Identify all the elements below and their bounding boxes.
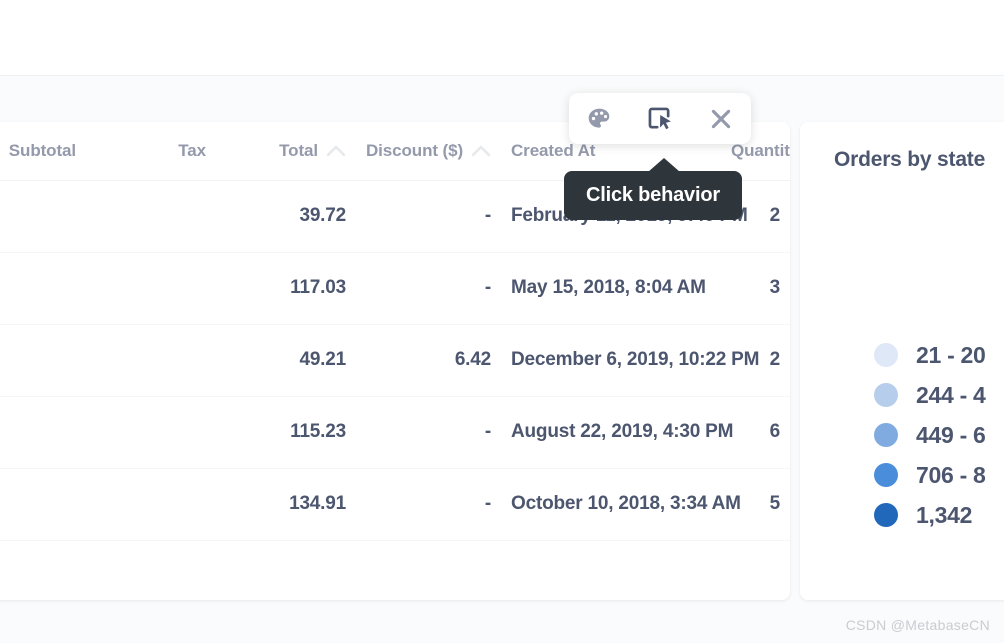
tooltip-text: Click behavior [586,184,720,206]
legend-color-swatch [874,343,898,367]
click-behavior-button[interactable] [637,99,683,139]
legend-label: 1,342 [916,502,972,529]
column-header-subtotal[interactable]: Subtotal [0,122,86,180]
legend-color-swatch [874,383,898,407]
cell-quantity[interactable]: 3 [721,252,790,324]
cell-tax[interactable] [86,324,216,396]
sort-chevron-up-icon[interactable] [471,144,491,157]
close-icon [708,106,734,132]
legend-label: 21 - 20 [916,342,986,369]
cell-discount[interactable]: - [356,396,501,468]
column-header-tax-label: Tax [178,141,206,161]
cell-total[interactable]: 39.72 [216,180,356,252]
close-button[interactable] [698,99,744,139]
legend-color-swatch [874,463,898,487]
sort-chevron-up-icon[interactable] [326,144,346,157]
card-title: Orders by state [800,140,1004,172]
legend-label: 449 - 6 [916,422,986,449]
column-header-discount[interactable]: Discount ($) [356,122,501,180]
table-body: 39.72 - February 11, 2019, 9:40 PM 2 117… [0,180,790,540]
cell-subtotal[interactable] [0,468,86,540]
legend-label: 706 - 8 [916,462,986,489]
cell-tax[interactable] [86,396,216,468]
cell-tax[interactable] [86,180,216,252]
legend-item[interactable]: 449 - 6 [874,415,986,455]
table-row[interactable]: 117.03 - May 15, 2018, 8:04 AM 3 [0,252,790,324]
cell-total[interactable]: 115.23 [216,396,356,468]
column-header-tax[interactable]: Tax [86,122,216,180]
legend-item[interactable]: 21 - 20 [874,335,986,375]
map-legend: 21 - 20 244 - 4 449 - 6 706 - 8 1,342 [874,335,986,535]
cell-total[interactable]: 49.21 [216,324,356,396]
cell-discount[interactable]: 6.42 [356,324,501,396]
column-header-total[interactable]: Total [216,122,356,180]
cell-subtotal[interactable] [0,180,86,252]
orders-by-state-card: Orders by state 21 - 20 244 - 4 449 - 6 … [800,122,1004,600]
cell-subtotal[interactable] [0,324,86,396]
cell-created-at[interactable]: May 15, 2018, 8:04 AM [501,252,721,324]
watermark: CSDN @MetabaseCN [846,617,990,633]
palette-icon [585,105,613,133]
card-action-bar [569,93,751,144]
legend-color-swatch [874,423,898,447]
cell-tax[interactable] [86,468,216,540]
cell-created-at[interactable]: October 10, 2018, 3:34 AM [501,468,721,540]
cell-subtotal[interactable] [0,396,86,468]
legend-item[interactable]: 1,342 [874,495,986,535]
legend-color-swatch [874,503,898,527]
legend-label: 244 - 4 [916,382,986,409]
click-behavior-tooltip: Click behavior [564,171,742,220]
cell-discount[interactable]: - [356,468,501,540]
visualization-options-button[interactable] [576,99,622,139]
cell-created-at[interactable]: August 22, 2019, 4:30 PM [501,396,721,468]
click-behavior-icon [646,105,674,133]
table-row[interactable]: 134.91 - October 10, 2018, 3:34 AM 5 [0,468,790,540]
cell-created-at[interactable]: December 6, 2019, 10:22 PM [501,324,721,396]
column-header-discount-label: Discount ($) [366,141,463,161]
cell-total[interactable]: 134.91 [216,468,356,540]
cell-discount[interactable]: - [356,252,501,324]
cell-tax[interactable] [86,252,216,324]
table-row[interactable]: 49.21 6.42 December 6, 2019, 10:22 PM 2 [0,324,790,396]
column-header-total-label: Total [279,141,318,161]
legend-item[interactable]: 706 - 8 [874,455,986,495]
legend-item[interactable]: 244 - 4 [874,375,986,415]
column-header-subtotal-label: Subtotal [9,141,76,161]
cell-total[interactable]: 117.03 [216,252,356,324]
dashboard-screen: ID Subtotal Tax Total [0,0,1004,643]
table-row[interactable]: 115.23 - August 22, 2019, 4:30 PM 6 [0,396,790,468]
cell-subtotal[interactable] [0,252,86,324]
cell-discount[interactable]: - [356,180,501,252]
